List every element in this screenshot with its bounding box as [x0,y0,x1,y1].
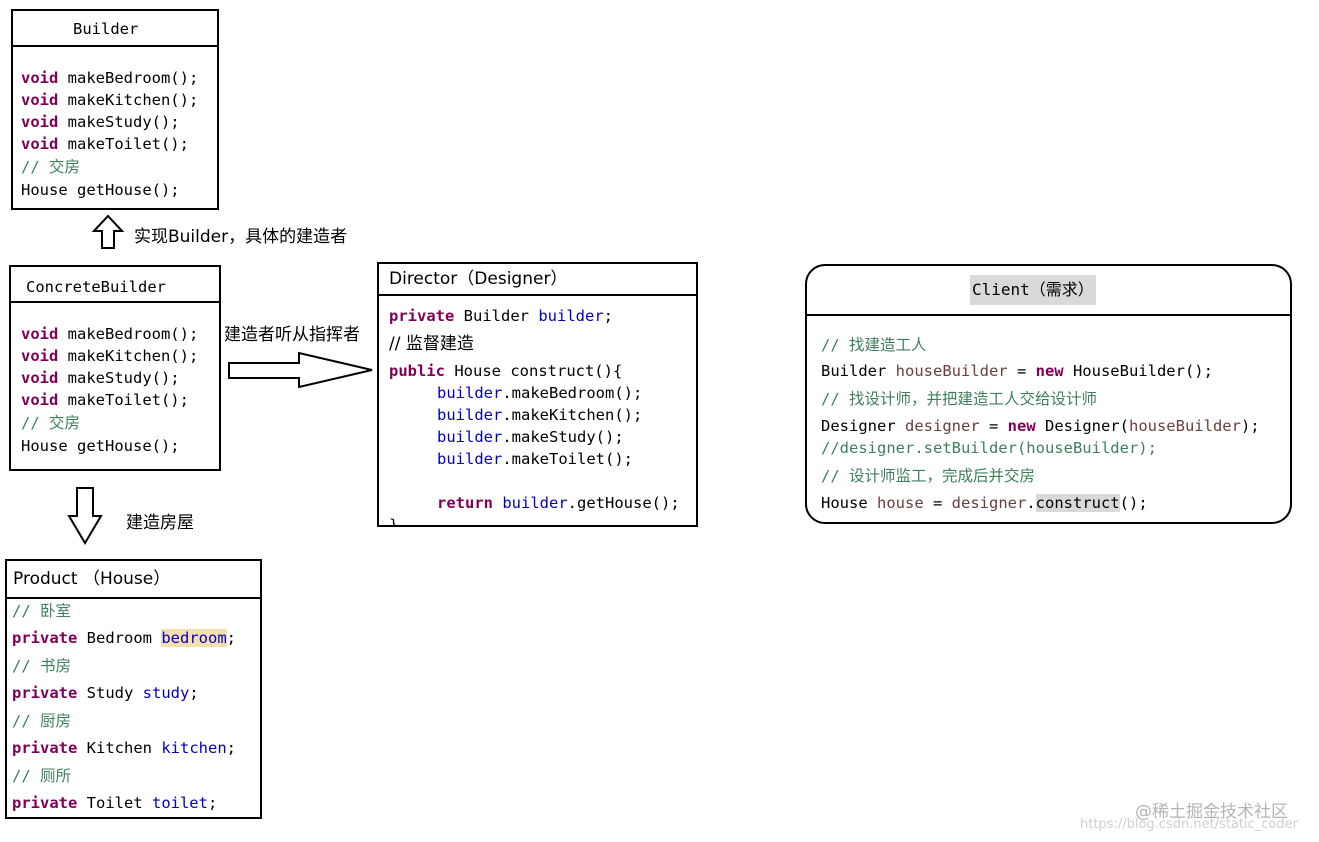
director-construct-signature: public House construct(){ [389,362,623,380]
product-field: private Kitchen kitchen; [12,739,236,757]
builder-comment: // 交房 [21,158,80,176]
director-call: builder.makeKitchen(); [437,406,643,424]
director-body: private Builder builder; // 监督建造 public … [379,296,696,527]
builder-title: Builder [13,11,217,47]
product-body: // 卧室 private Bedroom bedroom; // 书房 pri… [7,599,260,817]
client-house-line: House house = designer.construct(); [821,494,1148,512]
obey-label: 建造者听从指挥者 [224,325,360,345]
product-field: private Toilet toilet; [12,794,218,812]
concrete-method: void makeToilet(); [21,391,189,409]
concrete-builder-box: ConcreteBuilder void makeBedroom(); void… [9,265,221,471]
client-header: Client（需求） [807,266,1290,316]
client-comment: // 找建造工人 [821,336,927,354]
product-comment: // 厨房 [12,712,71,730]
director-call: builder.makeStudy(); [437,428,624,446]
director-box: Director（Designer） private Builder build… [377,262,698,527]
product-comment: // 书房 [12,657,71,675]
watermark-url: https://blog.csdn.net/static_coder [1080,817,1298,832]
director-field: private Builder builder; [389,307,613,325]
client-comment: // 设计师监工，完成后并交房 [821,467,1035,485]
director-call: builder.makeBedroom(); [437,384,643,402]
product-comment: // 厕所 [12,767,71,785]
director-supervise-comment: // 监督建造 [389,334,474,354]
client-title: Client（需求） [970,275,1096,305]
concrete-gethouse: House getHouse(); [21,437,180,455]
client-box: Client（需求） // 找建造工人 Builder houseBuilder… [805,264,1292,524]
builder-method: void makeBedroom(); [21,69,199,87]
client-designer-line: Designer designer = new Designer(houseBu… [821,417,1260,435]
concrete-builder-title: ConcreteBuilder [11,267,219,303]
product-field: private Bedroom bedroom; [12,629,236,647]
builder-gethouse: House getHouse(); [21,181,180,199]
implements-arrow [92,214,124,249]
implements-label: 实现Builder，具体的建造者 [134,227,348,247]
client-builder-line: Builder houseBuilder = new HouseBuilder(… [821,362,1213,380]
director-title: Director（Designer） [379,264,696,296]
concrete-method: void makeKitchen(); [21,347,199,365]
director-call: builder.makeToilet(); [437,450,633,468]
client-comment: // 找设计师，并把建造工人交给设计师 [821,390,1097,408]
director-closing-brace: } [389,516,399,527]
product-title: Product （House） [7,561,260,599]
builds-arrow [67,487,103,545]
director-return: return builder.getHouse(); [437,494,680,512]
client-body: // 找建造工人 Builder houseBuilder = new Hous… [807,316,1290,522]
product-comment: // 卧室 [12,602,71,620]
builder-method: void makeKitchen(); [21,91,199,109]
obey-arrow [228,351,373,389]
concrete-method: void makeBedroom(); [21,325,199,343]
builder-method: void makeStudy(); [21,113,180,131]
builder-box: Builder void makeBedroom(); void makeKit… [11,9,219,210]
client-setbuilder-comment: //designer.setBuilder(houseBuilder); [821,439,1157,457]
product-field: private Study study; [12,684,199,702]
builds-label: 建造房屋 [126,513,194,533]
product-box: Product （House） // 卧室 private Bedroom be… [5,559,262,819]
concrete-method: void makeStudy(); [21,369,180,387]
builder-method: void makeToilet(); [21,135,189,153]
concrete-builder-body: void makeBedroom(); void makeKitchen(); … [11,303,219,469]
concrete-comment: // 交房 [21,414,80,432]
builder-body: void makeBedroom(); void makeKitchen(); … [13,47,217,207]
